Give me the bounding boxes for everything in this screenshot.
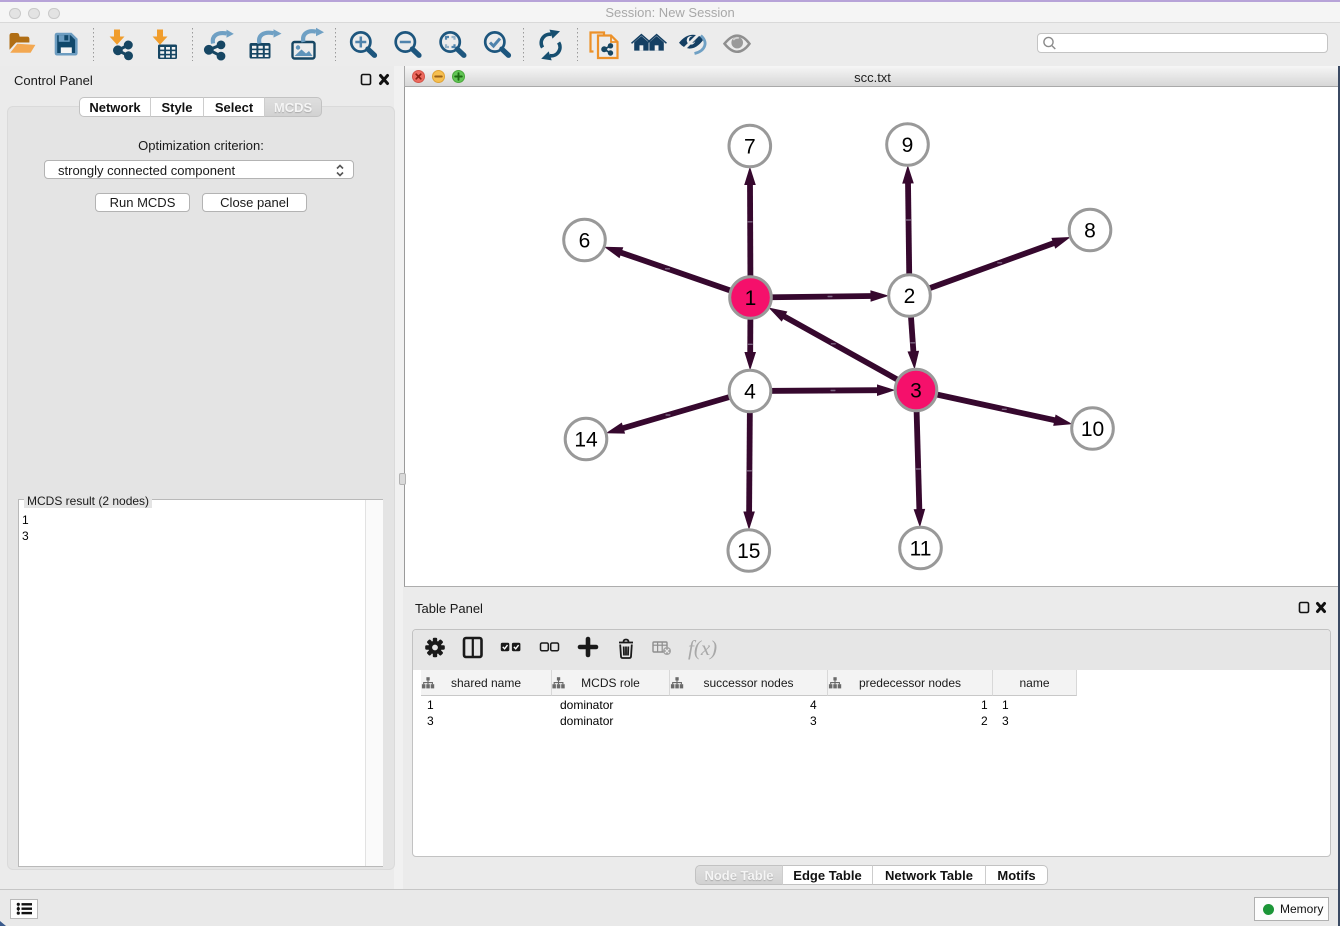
svg-text:2: 2: [904, 285, 916, 308]
svg-text:3: 3: [910, 380, 922, 403]
svg-text:9: 9: [902, 134, 914, 157]
svg-text:1: 1: [745, 287, 757, 310]
svg-text:10: 10: [1081, 418, 1104, 441]
svg-text:14: 14: [574, 429, 598, 452]
svg-text:8: 8: [1084, 220, 1096, 243]
svg-text:6: 6: [579, 230, 591, 253]
svg-text:f(x): f(x): [688, 636, 717, 660]
svg-text:11: 11: [910, 538, 932, 561]
svg-text:7: 7: [744, 136, 756, 159]
svg-text:15: 15: [737, 540, 760, 563]
svg-text:4: 4: [744, 381, 756, 404]
